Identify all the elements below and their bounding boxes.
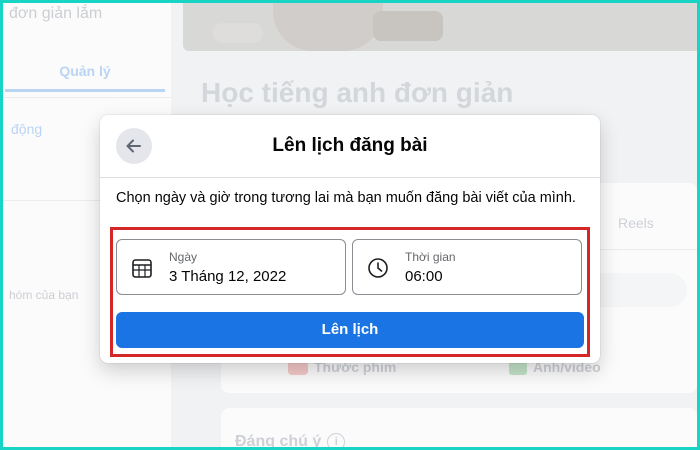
schedule-post-dialog: Lên lịch đăng bài Chọn ngày và giờ trong… xyxy=(100,115,600,363)
dialog-title: Lên lịch đăng bài xyxy=(272,135,428,156)
date-field-value: 3 Tháng 12, 2022 xyxy=(169,268,287,285)
schedule-button[interactable]: Lên lịch xyxy=(116,312,584,348)
date-field[interactable]: Ngày 3 Tháng 12, 2022 xyxy=(116,239,346,295)
time-field[interactable]: Thời gian 06:00 xyxy=(352,239,582,295)
screen: đơn giản lắm Quản lý động hóm của bạn Họ… xyxy=(3,3,697,447)
dialog-description: Chọn ngày và giờ trong tương lai mà bạn … xyxy=(116,190,576,206)
time-field-value: 06:00 xyxy=(405,268,443,285)
clock-icon xyxy=(368,258,388,278)
dialog-header: Lên lịch đăng bài xyxy=(100,115,600,178)
calendar-icon xyxy=(132,259,152,278)
date-field-label: Ngày xyxy=(169,250,198,264)
time-field-label: Thời gian xyxy=(405,250,456,264)
